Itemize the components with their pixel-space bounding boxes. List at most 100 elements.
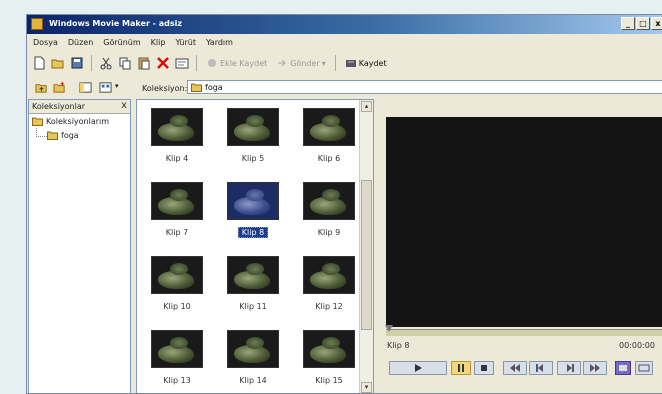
collection-toolbar: ▾ Koleksiyon: foga [27,77,662,97]
next-frame-button[interactable] [557,361,581,375]
clip-label: Klip 11 [239,302,267,311]
clip-thumbnail [227,256,279,294]
paste-button[interactable] [136,55,152,71]
clip-label: Klip 14 [239,376,267,385]
next-frame-icon [567,364,574,372]
prev-frame-button[interactable] [529,361,553,375]
clip-thumbnail [303,108,355,146]
clip-thumbnail [151,256,203,294]
views-button[interactable] [97,79,114,95]
collections-panel-close-button[interactable]: x [121,100,127,111]
clip-item-selected[interactable]: Klip 8 [221,182,285,238]
clips-scrollbar[interactable]: ▴ ▾ [359,100,373,393]
rewind-button[interactable] [503,361,527,375]
toolbar-separator [334,55,336,71]
clip-item[interactable]: Klip 9 [297,182,361,237]
collection-dropdown[interactable]: foga [187,80,662,94]
stop-icon [481,365,487,371]
movie-maker-window: Windows Movie Maker - adsiz _ □ x Dosya … [26,14,662,394]
minimize-button[interactable]: _ [621,17,635,30]
rewind-icon [510,364,520,372]
tree-item-foga[interactable]: foga [47,130,79,140]
clip-item[interactable]: Klip 4 [145,108,209,163]
copy-icon [119,57,131,70]
menu-play[interactable]: Yürüt [175,38,196,47]
send-button[interactable]: Gönder ▾ [273,57,328,69]
save-movie-icon [345,60,356,67]
menu-clip[interactable]: Klip [151,38,166,47]
stop-button[interactable] [474,361,494,375]
delete-x-icon [157,57,169,69]
clip-label: Klip 4 [165,154,189,163]
clip-item[interactable]: Klip 5 [221,108,285,163]
views-icon [99,81,112,93]
title-bar[interactable]: Windows Movie Maker - adsiz _ □ x [27,15,662,34]
copy-button[interactable] [117,55,133,71]
snapshot-button[interactable] [615,361,631,375]
up-folder-icon [35,83,47,93]
paste-icon [138,57,150,70]
preview-monitor [386,117,662,327]
clip-thumbnail [151,108,203,146]
menu-file[interactable]: Dosya [33,38,58,47]
new-project-button[interactable] [31,55,47,71]
collection-folder-icon [191,83,202,92]
window-title: Windows Movie Maker - adsiz [49,19,183,28]
up-folder-button[interactable] [33,79,50,95]
clip-item[interactable]: Klip 12 [297,256,361,311]
open-project-button[interactable] [50,55,66,71]
fullscreen-icon [638,364,650,372]
current-clip-name: Klip 8 [387,341,410,350]
clip-thumbnail [227,182,279,220]
delete-button[interactable] [155,55,171,71]
menu-view[interactable]: Görünüm [103,38,140,47]
clip-item[interactable]: Klip 6 [297,108,361,163]
clip-item[interactable]: Klip 7 [145,182,209,237]
window-controls: _ □ x [621,17,662,32]
clip-thumbnail [303,256,355,294]
clip-item[interactable]: Klip 10 [145,256,209,311]
open-folder-icon [51,59,64,69]
save-movie-button[interactable]: Kaydet [342,57,390,69]
fast-forward-button[interactable] [583,361,607,375]
close-button[interactable]: x [651,17,662,30]
clip-label: Klip 8 [237,227,269,238]
clips-pane: Klip 4 Klip 5 Klip 6 Klip 7 Klip 8 Klip … [136,99,374,393]
tree-item-foga-label: foga [61,130,79,140]
record-button[interactable]: Ekle Kaydet [203,57,270,69]
toolbar-separator [196,55,197,71]
clip-thumbnail [303,182,355,220]
scroll-up-button[interactable]: ▴ [361,101,372,112]
play-button[interactable] [389,361,447,375]
scissors-icon [100,57,112,70]
clip-thumbnail [151,330,203,368]
folder-icon [32,117,43,126]
collections-toggle-button[interactable] [77,79,94,95]
pause-button[interactable] [451,361,471,375]
tree-item-root[interactable]: Koleksiyonlarım [32,116,109,126]
clip-item[interactable]: Klip 15 [297,330,361,385]
views-dropdown-icon[interactable]: ▾ [115,82,119,90]
toolbar-separator [91,55,92,71]
new-collection-button[interactable] [51,79,68,95]
scroll-down-button[interactable]: ▾ [361,382,372,393]
menu-help[interactable]: Yardım [206,38,233,47]
seek-bar[interactable] [386,329,662,336]
clip-item[interactable]: Klip 13 [145,330,209,385]
fullscreen-button[interactable] [635,361,653,375]
scroll-thumb[interactable] [361,180,372,330]
collection-label: Koleksiyon: [142,84,188,93]
tree-connector [36,128,47,137]
cut-button[interactable] [98,55,114,71]
menu-edit[interactable]: Düzen [68,38,93,47]
properties-button[interactable] [174,55,190,71]
seek-thumb-icon[interactable] [385,325,393,333]
clip-item[interactable]: Klip 11 [221,256,285,311]
clip-label: Klip 15 [315,376,343,385]
save-project-button[interactable] [69,55,85,71]
maximize-button[interactable]: □ [636,17,650,30]
save-movie-label: Kaydet [358,58,387,68]
snapshot-icon [619,365,627,371]
clip-item[interactable]: Klip 14 [221,330,285,385]
time-readout: 00:00:00 [619,341,655,350]
